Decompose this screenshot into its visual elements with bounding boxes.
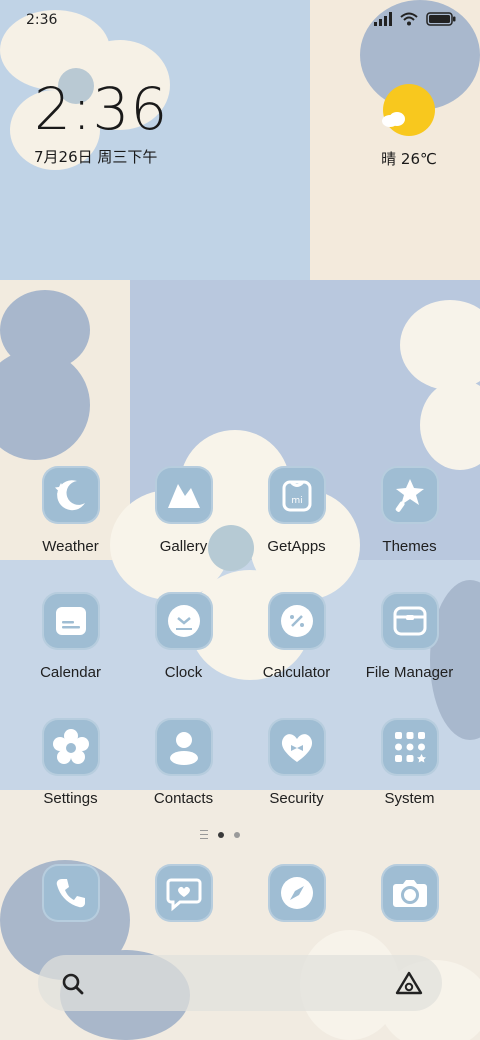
app-getapps[interactable]: mi GetApps [240, 466, 353, 555]
app-label: System [384, 790, 435, 807]
dock-browser[interactable] [240, 864, 353, 922]
app-list-indicator-icon [200, 830, 208, 839]
status-time: 2:36 [26, 12, 58, 28]
app-security[interactable]: Security [240, 718, 353, 807]
app-file-manager[interactable]: File Manager [353, 592, 466, 681]
dock-phone[interactable] [14, 864, 127, 922]
app-label: Weather [42, 538, 99, 555]
app-label: File Manager [365, 664, 454, 681]
gear-flower-icon [41, 718, 100, 776]
clock-widget-time[interactable]: 2:36 [34, 76, 168, 142]
app-system[interactable]: System [353, 718, 466, 807]
battery-icon [426, 12, 456, 26]
person-icon [154, 718, 213, 776]
app-themes[interactable]: Themes [353, 466, 466, 555]
svg-text:mi: mi [291, 496, 302, 506]
app-label: Gallery [159, 538, 208, 555]
app-label: Security [269, 790, 324, 807]
app-calculator[interactable]: Calculator [240, 592, 353, 681]
page-dot [234, 831, 240, 838]
message-heart-icon [154, 864, 213, 922]
shopping-bag-icon: mi [267, 466, 326, 524]
mountain-icon [154, 466, 213, 524]
app-label: Calendar [40, 664, 101, 681]
app-label: Contacts [153, 790, 214, 807]
sun-cloud-icon [382, 84, 435, 136]
app-gallery[interactable]: Gallery [127, 466, 240, 555]
compass-icon [267, 864, 326, 922]
app-weather[interactable]: Weather [14, 466, 127, 555]
app-settings[interactable]: Settings [14, 718, 127, 807]
phone-icon [41, 864, 100, 922]
camera-icon [380, 864, 439, 922]
app-clock[interactable]: Clock [127, 592, 240, 681]
brush-star-icon [380, 466, 439, 524]
clock-icon [154, 592, 213, 650]
app-label: Clock [164, 664, 203, 681]
dock-camera[interactable] [353, 864, 466, 922]
dock [14, 864, 466, 924]
page-indicator[interactable] [200, 830, 240, 839]
clock-widget-date: 7月26日 周三下午 [34, 148, 158, 166]
lens-icon[interactable] [394, 969, 424, 997]
app-calendar[interactable]: Calendar [14, 592, 127, 681]
weather-widget[interactable]: 晴 26℃ [374, 84, 444, 169]
app-grid-icon [380, 718, 439, 776]
heart-bow-icon [267, 718, 326, 776]
app-label: Calculator [262, 664, 331, 681]
signal-icon [374, 12, 392, 26]
app-label: Settings [43, 790, 98, 807]
percent-icon [267, 592, 326, 650]
search-icon[interactable] [60, 971, 86, 997]
app-contacts[interactable]: Contacts [127, 718, 240, 807]
wifi-icon [400, 12, 418, 26]
weather-text: 晴 26℃ [381, 150, 437, 168]
app-label: Themes [382, 538, 437, 555]
page-dot-active [218, 831, 224, 838]
status-bar: 2:36 [0, 0, 480, 40]
search-bar[interactable] [38, 955, 442, 1011]
calendar-icon [41, 592, 100, 650]
app-label: GetApps [267, 538, 326, 555]
dock-messages[interactable] [127, 864, 240, 922]
folder-icon [380, 592, 439, 650]
moon-star-icon [41, 466, 100, 524]
